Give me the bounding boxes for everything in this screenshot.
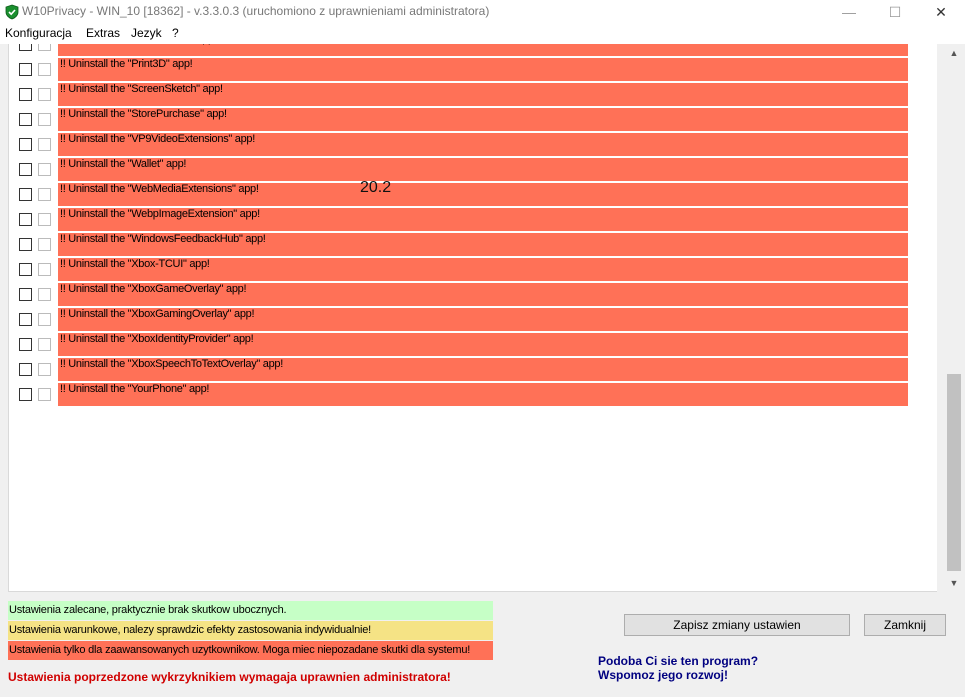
title-bar: W10Privacy - WIN_10 [18362] - v.3.3.0.3 … [0,0,965,24]
setting-checkbox[interactable] [19,388,32,401]
setting-checkbox-secondary[interactable] [38,113,51,126]
list-item: !! Uninstall the "Wallet" app! [9,157,937,182]
setting-checkbox[interactable] [19,263,32,276]
setting-checkbox[interactable] [19,188,32,201]
maximize-button[interactable]: ☐ [872,0,918,24]
setting-label[interactable]: !! Uninstall the "WindowsFeedbackHub" ap… [58,233,908,256]
setting-label[interactable]: !! Uninstall the "XboxGamingOverlay" app… [58,308,908,331]
setting-checkbox-secondary[interactable] [38,388,51,401]
setting-checkbox[interactable] [19,338,32,351]
menu-extras[interactable]: Extras [86,26,120,40]
list-item: !! Uninstall the "WindowsFeedbackHub" ap… [9,232,937,257]
setting-checkbox[interactable] [19,138,32,151]
list-item: !! Uninstall the "Xbox-TCUI" app! [9,257,937,282]
setting-label[interactable]: !! Uninstall the "VP9VideoExtensions" ap… [58,133,908,156]
setting-checkbox-secondary[interactable] [38,138,51,151]
setting-checkbox-secondary[interactable] [38,163,51,176]
list-item: !! Uninstall the "StorePurchase" app! [9,107,937,132]
shield-icon [5,4,19,20]
setting-checkbox-secondary[interactable] [38,338,51,351]
setting-checkbox-secondary[interactable] [38,238,51,251]
legend-recommended: Ustawienia zalecane, praktycznie brak sk… [8,601,493,620]
setting-checkbox-secondary[interactable] [38,363,51,376]
setting-checkbox-secondary[interactable] [38,313,51,326]
window-title: W10Privacy - WIN_10 [18362] - v.3.3.0.3 … [22,4,490,18]
setting-label[interactable]: !! Uninstall the "StorePurchase" app! [58,108,908,131]
setting-checkbox[interactable] [19,113,32,126]
minimize-button[interactable]: — [826,0,872,24]
list-item: !! Uninstall the "YourPhone" app! [9,382,937,407]
settings-list-panel: !! Uninstall the "OneConnect" app! !! Un… [8,44,937,592]
chevron-up-icon: ▲ [949,47,959,58]
chevron-down-icon: ▼ [949,577,959,588]
minimize-icon: — [842,4,856,20]
promo-line-2: Wspomoz jego rozwoj! [598,668,728,682]
setting-label[interactable]: !! Uninstall the "WebMediaExtensions" ap… [58,183,908,206]
setting-label[interactable]: !! Uninstall the "XboxSpeechToTextOverla… [58,358,908,381]
setting-label[interactable]: !! Uninstall the "WebpImageExtension" ap… [58,208,908,231]
maximize-icon: ☐ [888,3,902,20]
list-item: !! Uninstall the "XboxGamingOverlay" app… [9,307,937,332]
setting-label[interactable]: !! Uninstall the "Wallet" app! [58,158,908,181]
donate-link[interactable]: Podoba Ci sie ten program? Wspomoz jego … [598,654,758,682]
overlay-number: 20.2 [360,179,392,196]
setting-checkbox[interactable] [19,44,32,51]
promo-line-1: Podoba Ci sie ten program? [598,654,759,668]
vertical-scrollbar[interactable]: ▲ ▼ [945,44,963,591]
legend-conditional: Ustawienia warunkowe, nalezy sprawdzic e… [8,621,493,640]
list-item: !! Uninstall the "XboxSpeechToTextOverla… [9,357,937,382]
close-icon: ✕ [935,3,947,20]
setting-label[interactable]: !! Uninstall the "XboxGameOverlay" app! [58,283,908,306]
legend-advanced: Ustawienia tylko dla zaawansowanych uzyt… [8,641,493,660]
list-item: !! Uninstall the "WebpImageExtension" ap… [9,207,937,232]
list-item: !! Uninstall the "OneConnect" app! [9,44,937,57]
scroll-up-button[interactable]: ▲ [945,44,963,61]
list-item: !! Uninstall the "Print3D" app! [9,57,937,82]
list-item: !! Uninstall the "WebMediaExtensions" ap… [9,182,937,207]
menu-konfiguracja[interactable]: Konfiguracja [5,26,72,40]
list-item: !! Uninstall the "VP9VideoExtensions" ap… [9,132,937,157]
setting-checkbox[interactable] [19,313,32,326]
setting-checkbox-secondary[interactable] [38,288,51,301]
setting-checkbox-secondary[interactable] [38,263,51,276]
setting-checkbox[interactable] [19,88,32,101]
setting-label[interactable]: !! Uninstall the "ScreenSketch" app! [58,83,908,106]
setting-checkbox-secondary[interactable] [38,44,51,51]
setting-checkbox[interactable] [19,213,32,226]
setting-label[interactable]: !! Uninstall the "OneConnect" app! [58,44,908,56]
list-item: !! Uninstall the "XboxIdentityProvider" … [9,332,937,357]
menu-jezyk[interactable]: Jezyk [131,26,162,40]
setting-checkbox-secondary[interactable] [38,188,51,201]
setting-checkbox-secondary[interactable] [38,63,51,76]
admin-warning-text: Ustawienia poprzedzone wykrzyknikiem wym… [8,670,451,684]
setting-checkbox[interactable] [19,163,32,176]
setting-label[interactable]: !! Uninstall the "Xbox-TCUI" app! [58,258,908,281]
setting-checkbox[interactable] [19,288,32,301]
menu-help[interactable]: ? [172,26,179,40]
setting-checkbox-secondary[interactable] [38,213,51,226]
setting-checkbox[interactable] [19,238,32,251]
setting-label[interactable]: !! Uninstall the "XboxIdentityProvider" … [58,333,908,356]
setting-checkbox[interactable] [19,363,32,376]
close-button[interactable]: Zamknij [864,614,946,636]
save-settings-button[interactable]: Zapisz zmiany ustawien [624,614,850,636]
setting-label[interactable]: !! Uninstall the "Print3D" app! [58,58,908,81]
scroll-down-button[interactable]: ▼ [945,574,963,591]
list-item: !! Uninstall the "XboxGameOverlay" app! [9,282,937,307]
setting-checkbox[interactable] [19,63,32,76]
scrollbar-thumb[interactable] [947,374,961,571]
setting-label[interactable]: !! Uninstall the "YourPhone" app! [58,383,908,406]
menu-bar: Konfiguracja Extras Jezyk ? [0,24,965,44]
list-item: !! Uninstall the "ScreenSketch" app! [9,82,937,107]
close-window-button[interactable]: ✕ [918,0,964,24]
setting-checkbox-secondary[interactable] [38,88,51,101]
